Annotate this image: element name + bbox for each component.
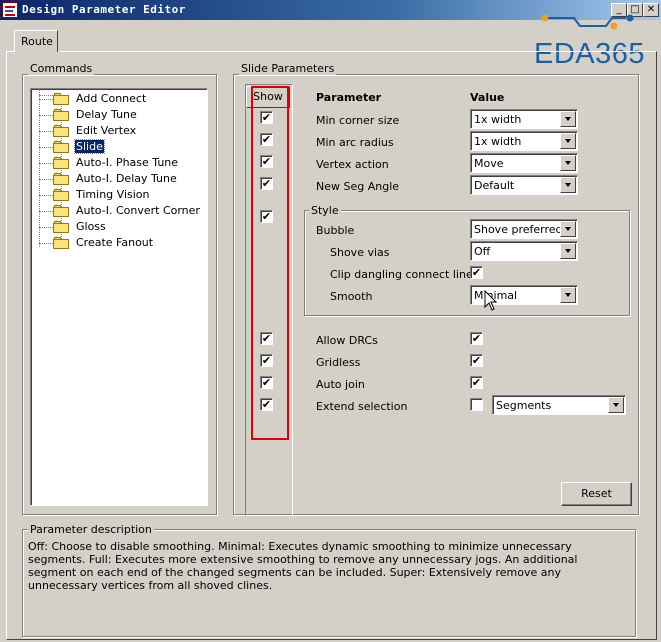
extend-selection-select[interactable]: Segments xyxy=(492,395,626,415)
min-arc-radius-value: 1x width xyxy=(474,135,522,148)
chevron-down-icon[interactable] xyxy=(560,287,576,303)
bubble-label: Bubble xyxy=(316,224,355,237)
vertex-action-label: Vertex action xyxy=(316,158,389,171)
tab-route-label: Route xyxy=(21,35,53,48)
tree-item-label: Delay Tune xyxy=(76,108,137,121)
folder-icon xyxy=(53,221,69,233)
min-corner-size-label: Min corner size xyxy=(316,114,400,127)
folder-icon xyxy=(53,125,69,137)
bubble-value: Shove preferred xyxy=(474,223,563,236)
tree-item-label: Create Fanout xyxy=(76,236,154,249)
allow-drcs-label: Allow DRCs xyxy=(316,334,378,347)
new-seg-angle-select[interactable]: Default xyxy=(470,175,578,195)
extend-selection-checkbox[interactable] xyxy=(470,398,483,411)
chevron-down-icon[interactable] xyxy=(560,133,576,149)
chevron-down-icon[interactable] xyxy=(560,221,576,237)
value-header: Value xyxy=(470,91,505,104)
tree-line xyxy=(39,211,53,212)
clip-dangling-checkbox[interactable]: ✔ xyxy=(470,266,483,279)
tree-line xyxy=(39,227,53,228)
vertex-action-select[interactable]: Move xyxy=(470,153,578,173)
shove-vias-label: Shove vias xyxy=(330,246,390,259)
tree-line xyxy=(39,243,53,244)
tree-item-label: Gloss xyxy=(76,220,106,233)
tree-item-label: Edit Vertex xyxy=(76,124,137,137)
min-corner-size-select[interactable]: 1x width xyxy=(470,109,578,129)
parameter-description-label: Parameter description xyxy=(28,523,154,536)
smooth-label: Smooth xyxy=(330,290,373,303)
gridless-checkbox[interactable]: ✔ xyxy=(470,354,483,367)
highlight-box xyxy=(251,86,289,440)
folder-icon xyxy=(53,93,69,105)
allow-drcs-checkbox[interactable]: ✔ xyxy=(470,332,483,345)
tab-route[interactable]: Route xyxy=(14,30,58,52)
parameter-header: Parameter xyxy=(316,91,382,104)
folder-icon xyxy=(53,173,69,185)
chevron-down-icon[interactable] xyxy=(560,243,576,259)
commands-group-label: Commands xyxy=(28,62,95,75)
tree-item-label: Slide xyxy=(74,139,105,154)
bubble-select[interactable]: Shove preferred xyxy=(470,219,578,239)
chevron-down-icon[interactable] xyxy=(560,177,576,193)
folder-icon xyxy=(53,205,69,217)
folder-icon xyxy=(53,157,69,169)
parameter-description-text: Off: Choose to disable smoothing. Minima… xyxy=(28,540,578,592)
tree-item-label: Auto-I. Delay Tune xyxy=(76,172,177,185)
window-title: Design Parameter Editor xyxy=(22,3,186,16)
tree-line xyxy=(39,89,40,247)
extend-selection-label: Extend selection xyxy=(316,400,408,413)
tree-line xyxy=(39,131,53,132)
min-corner-size-value: 1x width xyxy=(474,113,522,126)
min-arc-radius-label: Min arc radius xyxy=(316,136,394,149)
tree-line xyxy=(39,147,53,148)
slide-parameters-label: Slide Parameters xyxy=(239,62,337,75)
tree-item-label: Auto-I. Convert Corner xyxy=(76,204,200,217)
tree-line xyxy=(39,99,53,100)
mouse-cursor-icon xyxy=(484,290,498,311)
extend-selection-value: Segments xyxy=(496,399,552,412)
app-icon[interactable] xyxy=(2,2,18,18)
tree-line xyxy=(39,163,53,164)
clip-dangling-label: Clip dangling connect lines xyxy=(330,268,479,281)
vertex-action-value: Move xyxy=(474,157,504,170)
reset-button[interactable]: Reset xyxy=(561,482,632,506)
min-arc-radius-select[interactable]: 1x width xyxy=(470,131,578,151)
auto-join-label: Auto join xyxy=(316,378,365,391)
shove-vias-select[interactable]: Off xyxy=(470,241,578,261)
chevron-down-icon[interactable] xyxy=(608,397,624,413)
new-seg-angle-value: Default xyxy=(474,179,515,192)
tree-line xyxy=(39,95,53,96)
style-group-label: Style xyxy=(309,204,341,217)
chevron-down-icon[interactable] xyxy=(560,155,576,171)
tree-item-label: Timing Vision xyxy=(76,188,150,201)
tree-item-label: Add Connect xyxy=(76,92,147,105)
folder-icon xyxy=(53,109,69,121)
tree-item-label: Auto-I. Phase Tune xyxy=(76,156,179,169)
tree-line xyxy=(39,115,53,116)
folder-icon xyxy=(53,237,69,249)
folder-icon xyxy=(53,141,69,153)
new-seg-angle-label: New Seg Angle xyxy=(316,180,400,193)
tree-line xyxy=(39,179,53,180)
folder-icon xyxy=(53,189,69,201)
tree-line xyxy=(39,195,53,196)
commands-tree[interactable]: Add Connect Delay Tune Edit Vertex Slide Aut… xyxy=(30,88,208,506)
chevron-down-icon[interactable] xyxy=(560,111,576,127)
gridless-label: Gridless xyxy=(316,356,361,369)
shove-vias-value: Off xyxy=(474,245,491,258)
auto-join-checkbox[interactable]: ✔ xyxy=(470,376,483,389)
